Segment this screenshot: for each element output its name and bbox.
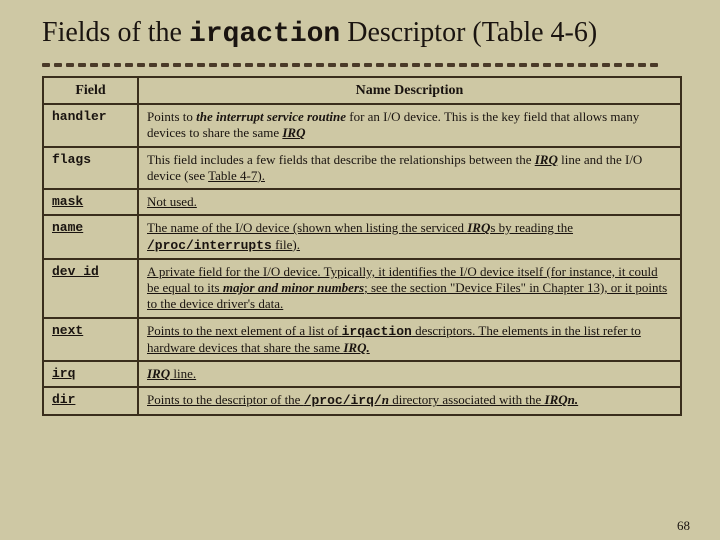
text: The name of the I/O device (shown when l… xyxy=(147,220,467,235)
field-desc-flags: This field includes a few fields that de… xyxy=(138,147,681,190)
table-row: name The name of the I/O device (shown w… xyxy=(43,215,681,259)
text: Points to the descriptor of the xyxy=(147,392,304,407)
col-header-field: Field xyxy=(43,77,138,105)
field-name-devid: dev_id xyxy=(43,259,138,318)
text-irqn: IRQn. xyxy=(545,392,579,407)
text: s by reading the xyxy=(490,220,573,235)
table-row: next Points to the next element of a lis… xyxy=(43,318,681,362)
table-row: handler Points to the interrupt service … xyxy=(43,104,681,147)
text-path: /proc/irq/ xyxy=(304,393,382,408)
fields-table: Field Name Description handler Points to… xyxy=(42,76,682,416)
field-desc-name: The name of the I/O device (shown when l… xyxy=(138,215,681,259)
field-desc-mask: Not used. xyxy=(138,189,681,215)
field-name-next: next xyxy=(43,318,138,362)
text-code: irqaction xyxy=(342,324,412,339)
field-desc-devid: A private field for the I/O device. Typi… xyxy=(138,259,681,318)
text-var: n xyxy=(382,392,389,407)
slide: Fields of the irqaction Descriptor (Tabl… xyxy=(0,0,720,424)
page-number: 68 xyxy=(677,518,690,534)
text: Points to xyxy=(147,109,196,124)
divider xyxy=(42,62,662,68)
table-row: dir Points to the descriptor of the /pro… xyxy=(43,387,681,414)
text-ref: Table 4-7). xyxy=(208,168,265,183)
text: Points to the next element of a list of xyxy=(147,323,342,338)
title-post: Descriptor (Table 4-6) xyxy=(340,17,597,48)
field-name-handler: handler xyxy=(43,104,138,147)
field-name-irq: irq xyxy=(43,361,138,387)
table-header-row: Field Name Description xyxy=(43,77,681,105)
text-irq: IRQ xyxy=(467,220,490,235)
field-desc-dir: Points to the descriptor of the /proc/ir… xyxy=(138,387,681,414)
col-header-desc: Name Description xyxy=(138,77,681,105)
field-name-mask: mask xyxy=(43,189,138,215)
table-row: dev_id A private field for the I/O devic… xyxy=(43,259,681,318)
field-name-name: name xyxy=(43,215,138,259)
title-code: irqaction xyxy=(189,19,340,50)
field-desc-next: Points to the next element of a list of … xyxy=(138,318,681,362)
field-desc-handler: Points to the interrupt service routine … xyxy=(138,104,681,147)
text: Not used. xyxy=(147,194,197,209)
text: directory associated with the xyxy=(389,392,545,407)
field-name-flags: flags xyxy=(43,147,138,190)
text: This field includes a few fields that de… xyxy=(147,152,535,167)
field-name-dir: dir xyxy=(43,387,138,414)
text: line. xyxy=(170,366,196,381)
text-emph: the interrupt service routine xyxy=(196,109,346,124)
table-row: irq IRQ line. xyxy=(43,361,681,387)
text-path: /proc/interrupts xyxy=(147,238,272,253)
table-row: flags This field includes a few fields t… xyxy=(43,147,681,190)
table-row: mask Not used. xyxy=(43,189,681,215)
text: file). xyxy=(272,237,300,252)
text-emph: major and minor numbers xyxy=(223,280,364,295)
page-title: Fields of the irqaction Descriptor (Tabl… xyxy=(42,16,692,52)
text-irq: IRQ xyxy=(535,152,558,167)
text-irq: IRQ xyxy=(147,366,170,381)
field-desc-irq: IRQ line. xyxy=(138,361,681,387)
text-irq: IRQ. xyxy=(343,340,369,355)
title-pre: Fields of the xyxy=(42,17,189,48)
text-irq: IRQ xyxy=(282,125,305,140)
